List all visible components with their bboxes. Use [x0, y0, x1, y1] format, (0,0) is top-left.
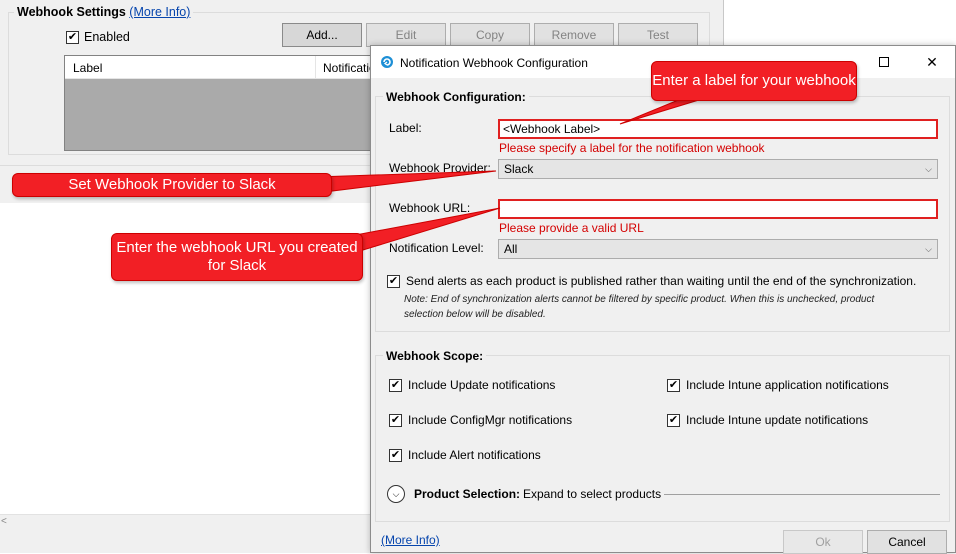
- column-label[interactable]: Label: [73, 61, 102, 75]
- chevron-down-icon: ⌵: [392, 488, 400, 499]
- column-notification[interactable]: Notificatio: [323, 61, 376, 75]
- label-error: Please specify a label for the notificat…: [499, 141, 765, 155]
- webhook-list[interactable]: Label Notificatio: [64, 55, 394, 151]
- url-error: Please provide a valid URL: [499, 221, 644, 235]
- scroll-left-icon[interactable]: <: [1, 516, 7, 527]
- url-field-label: Webhook URL:: [389, 201, 471, 215]
- app-logo-icon: [381, 56, 393, 68]
- test-button[interactable]: Test: [618, 23, 698, 47]
- include-update-checkbox[interactable]: ✔ Include Update notifications: [389, 378, 555, 392]
- copy-button[interactable]: Copy: [450, 23, 530, 47]
- remove-button[interactable]: Remove: [534, 23, 614, 47]
- label-callout: Enter a label for your webhook: [651, 61, 857, 101]
- label-field-label: Label:: [389, 121, 422, 135]
- send-alerts-note: Note: End of synchronization alerts cann…: [404, 294, 875, 320]
- check-icon: ✔: [66, 30, 79, 44]
- include-alert-checkbox[interactable]: ✔ Include Alert notifications: [389, 448, 541, 462]
- label-input[interactable]: <Webhook Label>: [498, 119, 938, 139]
- check-icon: ✔: [389, 448, 402, 462]
- column-divider: [315, 56, 316, 79]
- check-icon: ✔: [387, 274, 400, 288]
- provider-field-label: Webhook Provider:: [389, 161, 491, 175]
- webhook-list-header: Label Notificatio: [65, 56, 393, 79]
- level-field-label: Notification Level:: [389, 241, 484, 255]
- webhook-configuration-title: Webhook Configuration:: [383, 90, 529, 104]
- product-selection-hint[interactable]: Expand to select products: [523, 487, 661, 501]
- dialog-title: Notification Webhook Configuration: [400, 56, 588, 70]
- chevron-down-icon: ⌵: [925, 163, 932, 174]
- product-selection-divider: [664, 494, 940, 495]
- include-intune-update-checkbox[interactable]: ✔ Include Intune update notifications: [667, 413, 868, 427]
- provider-select[interactable]: Slack ⌵: [498, 159, 938, 179]
- url-input[interactable]: [498, 199, 938, 219]
- url-callout: Enter the webhook URL you created for Sl…: [111, 233, 363, 281]
- chevron-down-icon: ⌵: [925, 243, 932, 254]
- enabled-checkbox[interactable]: ✔ Enabled: [66, 30, 130, 44]
- dialog-more-info-link[interactable]: (More Info): [381, 533, 440, 547]
- webhook-config-dialog: Notification Webhook Configuration ✕ Web…: [370, 45, 956, 554]
- check-icon: ✔: [667, 378, 680, 392]
- expand-products-button[interactable]: ⌵: [387, 485, 405, 503]
- check-icon: ✔: [389, 378, 402, 392]
- check-icon: ✔: [667, 413, 680, 427]
- edit-button[interactable]: Edit: [366, 23, 446, 47]
- include-intune-app-checkbox[interactable]: ✔ Include Intune application notificatio…: [667, 378, 889, 392]
- product-selection-label: Product Selection:: [414, 487, 521, 501]
- webhook-scope-title: Webhook Scope:: [383, 349, 487, 363]
- send-alerts-checkbox[interactable]: ✔ Send alerts as each product is publish…: [387, 274, 916, 288]
- include-configmgr-checkbox[interactable]: ✔ Include ConfigMgr notifications: [389, 413, 572, 427]
- webhook-settings-title: Webhook Settings (More Info): [14, 5, 194, 19]
- maximize-icon: [879, 57, 889, 67]
- more-info-link[interactable]: (More Info): [129, 5, 190, 19]
- background-footer: [0, 531, 372, 553]
- close-icon: ✕: [926, 53, 938, 70]
- horizontal-scrollbar[interactable]: <: [0, 514, 372, 531]
- cancel-button[interactable]: Cancel: [867, 530, 947, 554]
- provider-callout: Set Webhook Provider to Slack: [12, 173, 332, 197]
- close-button[interactable]: ✕: [909, 46, 955, 78]
- notification-level-select[interactable]: All ⌵: [498, 239, 938, 259]
- add-button[interactable]: Add...: [282, 23, 362, 47]
- check-icon: ✔: [389, 413, 402, 427]
- maximize-button[interactable]: [861, 46, 907, 78]
- ok-button[interactable]: Ok: [783, 530, 863, 554]
